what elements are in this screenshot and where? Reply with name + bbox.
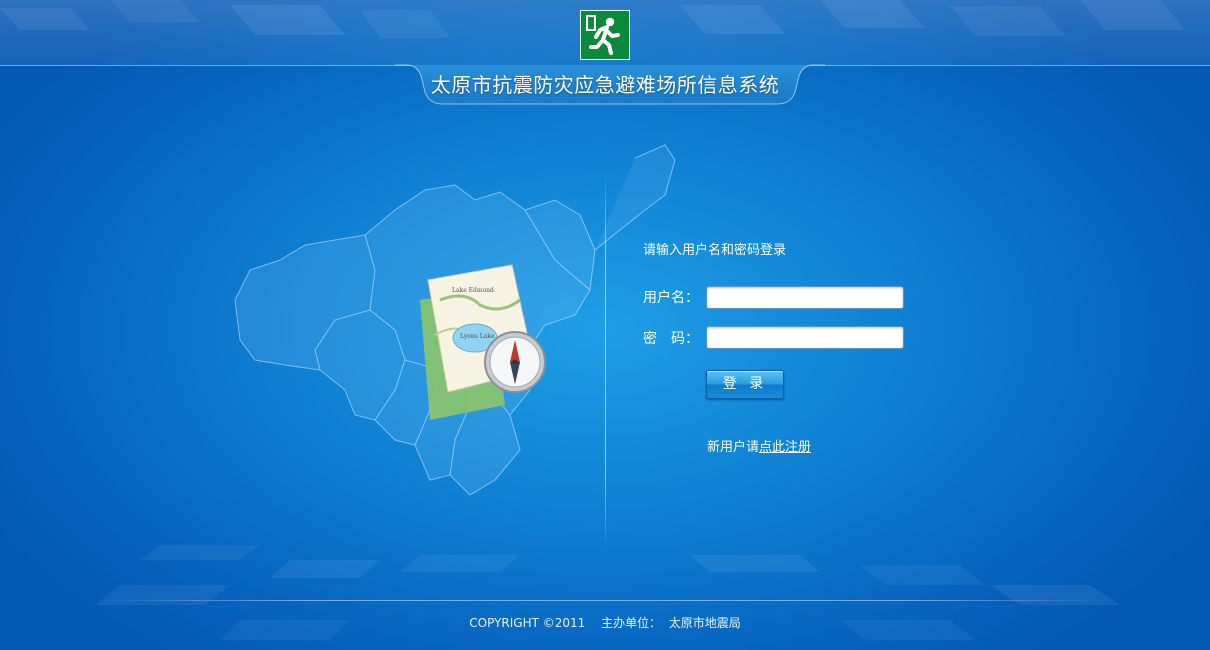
register-prefix: 新用户请 [707,440,760,455]
map-label-lyons: Lyons Lake [460,333,495,340]
emergency-exit-logo-icon [580,10,630,60]
footer-copyright: COPYRIGHT ©2011 主办单位： 太原市地震局 [469,616,741,630]
footer-divider [100,600,1110,601]
system-title: 太原市抗震防灾应急避难场所信息系统 [430,73,780,97]
password-label: 密 码： [643,331,699,347]
login-button[interactable]: 登 录 [706,370,784,399]
register-link[interactable]: 点此注册 [759,440,811,455]
password-input[interactable] [706,326,904,349]
register-line: 新用户请点此注册 [707,436,811,455]
username-label: 用户名： [643,290,699,306]
username-input[interactable] [706,286,904,309]
region-map-illustration: Lake Edmond Lyons Lake [234,144,676,496]
map-label-edmond: Lake Edmond [452,287,494,294]
vertical-divider [605,172,606,550]
login-prompt: 请输入用户名和密码登录 [643,243,787,258]
